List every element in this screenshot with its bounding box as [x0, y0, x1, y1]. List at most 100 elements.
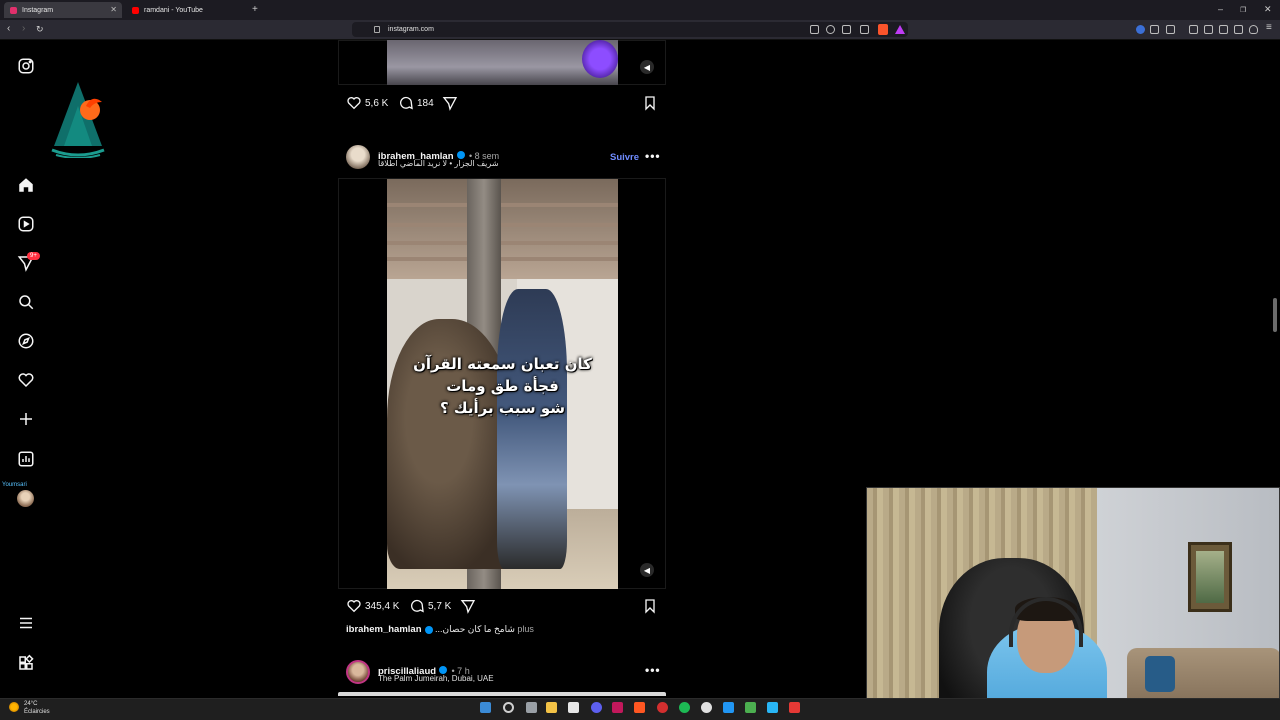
app-icon[interactable]: [612, 702, 623, 713]
app-icon[interactable]: [657, 702, 668, 713]
next-post-location[interactable]: The Palm Jumeirah, Dubai, UAE: [378, 674, 494, 683]
restore-button[interactable]: ❐: [1240, 6, 1246, 14]
install-app-icon[interactable]: [842, 25, 851, 34]
discord-icon[interactable]: [591, 702, 602, 713]
bookmark-icon: [645, 599, 655, 614]
post-author-avatar[interactable]: [346, 145, 370, 169]
post-caption: ibrahem_hamlan ...شامخ ما كان حصان plus: [346, 624, 534, 635]
post-options-icon[interactable]: •••: [645, 663, 661, 677]
back-icon[interactable]: ‹: [7, 23, 10, 34]
new-tab-button[interactable]: +: [252, 4, 258, 15]
sidebar-toggle-icon[interactable]: [1204, 25, 1213, 34]
menu-icon[interactable]: ≡: [1266, 22, 1272, 33]
profile-avatar[interactable]: [17, 490, 34, 507]
caption-line: فجأة طق ومات: [446, 377, 559, 395]
comment-action[interactable]: 184: [398, 95, 434, 111]
menu-icon[interactable]: [17, 614, 35, 632]
vpn-icon[interactable]: [1249, 25, 1258, 34]
reels-icon[interactable]: [17, 215, 35, 233]
tab-youtube[interactable]: ramdani - YouTube: [126, 2, 244, 18]
send-icon: [442, 97, 458, 111]
comment-icon: [411, 599, 424, 613]
weather-icon[interactable]: [9, 702, 19, 712]
post-audio[interactable]: شريف الجزار • لا نريد الماضي اطلاقا: [378, 159, 499, 168]
url-text: instagram.com: [388, 26, 434, 33]
page-scrollbar[interactable]: [1273, 298, 1277, 332]
share-button[interactable]: [460, 598, 479, 614]
next-post-author-avatar[interactable]: [346, 660, 370, 684]
tab-instagram[interactable]: Instagram ✕: [4, 2, 122, 18]
file-explorer-icon[interactable]: [546, 702, 557, 713]
search-icon[interactable]: [17, 293, 35, 311]
caption-more-link[interactable]: plus: [517, 624, 534, 634]
wallet-icon[interactable]: [1219, 25, 1228, 34]
verified-badge-icon: [424, 625, 433, 634]
instagram-icon[interactable]: [17, 57, 35, 75]
site-info-icon[interactable]: [374, 26, 380, 33]
start-button-icon[interactable]: [480, 702, 491, 713]
follow-button[interactable]: Suivre: [610, 152, 639, 163]
close-window-button[interactable]: ✕: [1264, 4, 1272, 15]
close-tab-icon[interactable]: ✕: [110, 5, 117, 14]
forward-icon[interactable]: ›: [22, 23, 25, 34]
argan-logo: [46, 76, 110, 159]
save-button[interactable]: [642, 598, 661, 614]
explore-icon[interactable]: [17, 332, 35, 350]
comment-icon: [400, 96, 413, 110]
leo-icon[interactable]: [1234, 25, 1243, 34]
save-button[interactable]: [642, 95, 661, 111]
caption-username[interactable]: ibrahem_hamlan: [346, 624, 422, 635]
comment-action[interactable]: 5,7 K: [409, 598, 451, 614]
minimize-button[interactable]: –: [1218, 4, 1223, 14]
like-action[interactable]: 345,4 K: [346, 598, 399, 614]
brave-browser-icon[interactable]: [634, 702, 645, 713]
bookmark-icon: [645, 96, 655, 111]
comment-count: 5,7 K: [428, 600, 452, 612]
media-icon[interactable]: [1189, 25, 1198, 34]
extension-icon[interactable]: [1166, 25, 1175, 34]
webcam-overlay: [866, 487, 1280, 720]
post-options-icon[interactable]: •••: [645, 149, 661, 163]
temperature: 24°C: [24, 701, 38, 707]
app-icon[interactable]: [767, 702, 778, 713]
caption-line: شو سبب برأيك ؟: [440, 399, 565, 417]
notifications-icon[interactable]: [17, 371, 35, 389]
zoom-icon[interactable]: [826, 25, 835, 34]
audio-icon[interactable]: ◀: [640, 563, 654, 577]
share-button[interactable]: [442, 95, 461, 111]
heart-icon: [347, 600, 361, 613]
viewer-username: Youmsari: [2, 482, 27, 488]
tab-title: ramdani - YouTube: [144, 6, 203, 14]
address-bar[interactable]: instagram.com: [352, 22, 908, 37]
app-icon[interactable]: [789, 702, 800, 713]
brave-rewards-icon[interactable]: [895, 25, 905, 34]
spotify-icon[interactable]: [679, 702, 690, 713]
extension-icon[interactable]: [1136, 25, 1145, 34]
brave-shields-icon[interactable]: [878, 24, 888, 35]
task-view-icon[interactable]: [526, 702, 537, 713]
post-video[interactable]: كان تعبان سمعته القرآن فجأة طق ومات شو س…: [387, 179, 618, 589]
verified-badge-icon: [456, 150, 465, 159]
reload-icon[interactable]: ↻: [36, 24, 44, 35]
share-icon[interactable]: [860, 25, 869, 34]
audio-icon[interactable]: ◀: [640, 60, 654, 74]
like-action[interactable]: 5,6 K: [346, 95, 388, 111]
weather-widget[interactable]: 24°C Éclaircies: [24, 700, 50, 716]
steam-icon[interactable]: [723, 702, 734, 713]
translate-icon[interactable]: [810, 25, 819, 34]
dashboard-icon[interactable]: [17, 450, 35, 468]
more-apps-icon[interactable]: [17, 654, 35, 672]
home-icon[interactable]: [17, 176, 35, 194]
search-icon[interactable]: [503, 702, 514, 713]
weather-condition: Éclaircies: [24, 709, 50, 715]
caption-text: ...شامخ ما كان حصان: [435, 624, 515, 634]
app-icon[interactable]: [745, 702, 756, 713]
comment-count: 184: [417, 97, 434, 109]
like-count: 345,4 K: [365, 600, 400, 612]
store-icon[interactable]: [568, 702, 579, 713]
send-icon: [460, 600, 476, 614]
like-count: 5,6 K: [365, 97, 389, 109]
app-icon[interactable]: [701, 702, 712, 713]
extension-icon[interactable]: [1150, 25, 1159, 34]
create-icon[interactable]: [17, 410, 35, 428]
